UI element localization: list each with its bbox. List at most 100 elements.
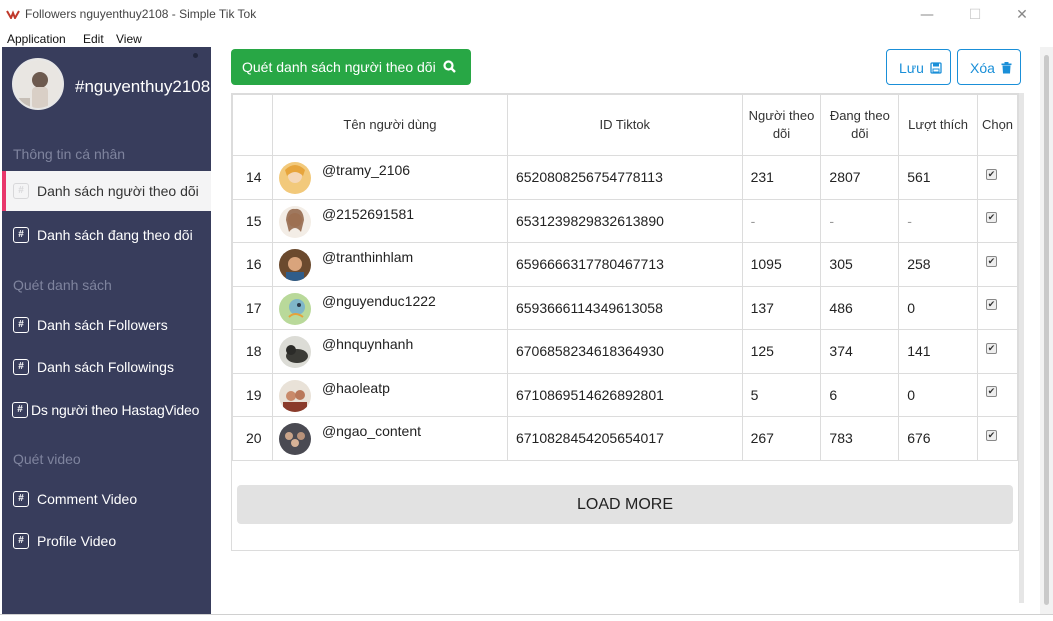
table-scrollbar[interactable]: [1019, 93, 1024, 603]
sidebar-item-hashtag-video[interactable]: # Ds người theo HastagVideo: [2, 390, 211, 430]
user-photo-icon: [278, 205, 311, 238]
row-username: @ngao_content: [321, 423, 422, 439]
row-following: 305: [820, 242, 900, 287]
delete-button[interactable]: Xóa: [957, 49, 1021, 85]
hashtag-icon: #: [13, 533, 29, 549]
row-username: @2152691581: [321, 205, 415, 222]
row-user: @tranthinhlam: [271, 242, 508, 287]
row-followers: 231: [741, 155, 822, 200]
avatar: [278, 249, 311, 281]
row-likes: -: [898, 198, 978, 243]
row-likes: 258: [898, 242, 978, 287]
table-row[interactable]: 17 @nguyenduc1222 6593666114349613058 13…: [232, 285, 1019, 330]
profile-username: #nguyenthuy2108: [75, 77, 211, 96]
header-likes[interactable]: Lượt thích: [898, 94, 978, 156]
sidebar-item-followers-list[interactable]: # Danh sách người theo dõi: [2, 171, 211, 211]
row-user: @tramy_2106: [271, 155, 508, 200]
menu-edit[interactable]: Edit: [83, 32, 104, 46]
row-username: @tramy_2106: [321, 162, 411, 178]
menu-application[interactable]: Application: [7, 32, 66, 46]
header-tiktok-id[interactable]: ID Tiktok: [506, 94, 743, 156]
row-index: 14: [232, 155, 273, 200]
header-username[interactable]: Tên người dùng: [271, 94, 508, 156]
table-row[interactable]: 14 @tramy_2106 6520808256754778113 231 2…: [232, 155, 1019, 200]
window-scrollbar-thumb[interactable]: [1044, 55, 1049, 605]
user-photo-icon: [278, 249, 311, 281]
table-row[interactable]: 20 @ngao_content 6710828454205654017 267…: [232, 416, 1019, 461]
row-select: ✔: [976, 285, 1019, 330]
row-following: 6: [820, 372, 900, 417]
row-user: @ngao_content: [271, 416, 508, 461]
load-more-button[interactable]: LOAD MORE: [237, 485, 1013, 524]
row-followers: 5: [741, 372, 822, 417]
row-likes: 0: [898, 372, 978, 417]
hashtag-icon: #: [13, 183, 29, 199]
row-username: @nguyenduc1222: [321, 292, 436, 309]
sidebar-item-label: Comment Video: [37, 491, 138, 507]
table-row[interactable]: 19 @haoleatp 6710869514626892801 5 6 0 ✔: [232, 372, 1019, 417]
row-username: @hnquynhanh: [321, 336, 414, 352]
row-tiktok-id: 6710869514626892801: [506, 372, 743, 417]
row-checkbox[interactable]: ✔: [985, 299, 997, 311]
row-checkbox[interactable]: ✔: [985, 429, 997, 441]
row-followers: 267: [741, 416, 822, 461]
sidebar-item-followings[interactable]: # Danh sách Followings: [2, 347, 211, 387]
header-following[interactable]: Đang theo dõi: [820, 94, 900, 156]
avatar[interactable]: [12, 58, 64, 110]
section-personal: Thông tin cá nhân: [13, 146, 126, 162]
row-user: @2152691581: [271, 198, 508, 243]
hashtag-icon: #: [13, 491, 29, 507]
row-followers: 125: [741, 329, 822, 374]
row-checkbox[interactable]: ✔: [985, 212, 997, 224]
minimize-button[interactable]: —: [912, 6, 942, 24]
table-row[interactable]: 15 @2152691581 6531239829832613890 - - -…: [232, 198, 1019, 243]
menu-view[interactable]: View: [116, 32, 142, 46]
row-index: 15: [232, 198, 273, 243]
row-following: 2807: [820, 155, 900, 200]
avatar: [278, 423, 311, 455]
row-tiktok-id: 6593666114349613058: [506, 285, 743, 330]
row-followers: -: [741, 198, 822, 243]
row-index: 20: [232, 416, 273, 461]
floppy-disk-icon: [930, 62, 942, 74]
user-photo-icon: [278, 292, 311, 325]
sidebar-item-label: Danh sách Followings: [37, 359, 174, 375]
avatar: [278, 336, 311, 368]
user-photo-icon: [278, 379, 311, 412]
row-username: @tranthinhlam: [321, 249, 414, 265]
row-tiktok-id: 6520808256754778113: [506, 155, 743, 200]
row-checkbox[interactable]: ✔: [985, 342, 997, 354]
row-checkbox[interactable]: ✔: [985, 168, 997, 180]
header-select[interactable]: Chọn: [976, 94, 1019, 156]
scan-followers-button[interactable]: Quét danh sách người theo dõi: [231, 49, 471, 85]
sidebar-item-profile-video[interactable]: # Profile Video: [2, 521, 211, 561]
profile-photo-icon: [14, 60, 62, 108]
user-photo-icon: [278, 423, 311, 455]
row-likes: 676: [898, 416, 978, 461]
row-followers: 1095: [741, 242, 822, 287]
row-index: 17: [232, 285, 273, 330]
sidebar-item-label: Danh sách Followers: [37, 317, 168, 333]
sidebar-item-comment-video[interactable]: # Comment Video: [2, 479, 211, 519]
app-logo-icon: [6, 10, 20, 19]
table-header-row: Tên người dùng ID Tiktok Người theo dõi …: [232, 94, 1019, 156]
close-button[interactable]: ✕: [1007, 6, 1037, 24]
sidebar-item-followers[interactable]: # Danh sách Followers: [2, 305, 211, 345]
avatar: [278, 205, 311, 238]
hashtag-icon: #: [12, 402, 28, 418]
row-tiktok-id: 6710828454205654017: [506, 416, 743, 461]
save-button[interactable]: Lưu: [886, 49, 951, 85]
row-likes: 0: [898, 285, 978, 330]
scan-button-label: Quét danh sách người theo dõi: [242, 59, 436, 75]
hashtag-icon: #: [13, 227, 29, 243]
table-row[interactable]: 18 @hnquynhanh 6706858234618364930 125 3…: [232, 329, 1019, 374]
header-followers[interactable]: Người theo dõi: [741, 94, 822, 156]
followers-table-container[interactable]: Tên người dùng ID Tiktok Người theo dõi …: [231, 93, 1019, 551]
table-row[interactable]: 16 @tranthinhlam 6596666317780467713 109…: [232, 242, 1019, 287]
row-checkbox[interactable]: ✔: [985, 255, 997, 267]
sidebar-item-following-list[interactable]: # Danh sách đang theo dõi: [2, 215, 211, 255]
maximize-button[interactable]: ☐: [960, 6, 990, 24]
row-select: ✔: [976, 329, 1019, 374]
row-select: ✔: [976, 416, 1019, 461]
row-checkbox[interactable]: ✔: [985, 386, 997, 398]
